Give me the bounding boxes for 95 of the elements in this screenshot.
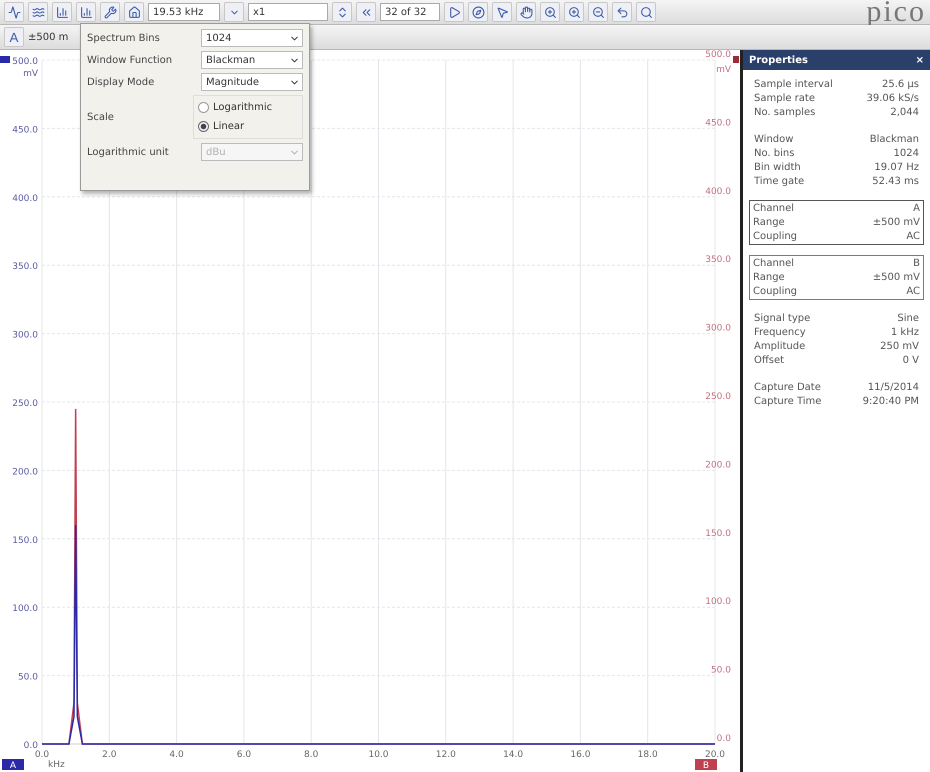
- axis-label: 50.0: [18, 672, 38, 683]
- property-label: Frequency: [754, 327, 806, 338]
- channel-tag[interactable]: A: [2, 759, 24, 770]
- axis-label: 10.0: [368, 750, 389, 760]
- zoom-field[interactable]: x1: [248, 3, 328, 21]
- property-value: 52.43 ms: [872, 176, 919, 187]
- axis-label: 2.0: [102, 750, 116, 760]
- axis-label: 0.0: [24, 741, 38, 751]
- property-label: Time gate: [754, 176, 804, 187]
- axis-label: 450.0: [705, 118, 731, 128]
- property-value: 250 mV: [880, 341, 919, 352]
- property-label: Amplitude: [754, 341, 806, 352]
- axis-label: 400.0: [12, 194, 38, 204]
- axis-label: 500.0: [12, 57, 38, 67]
- property-label: Sample rate: [754, 93, 815, 104]
- range-label[interactable]: ±500 m: [28, 32, 68, 42]
- property-value: 25.6 µs: [882, 79, 919, 90]
- buffer-field[interactable]: 32 of 32: [380, 3, 440, 21]
- property-value: 9:20:40 PM: [862, 396, 919, 407]
- axis-label: 100.0: [12, 604, 38, 614]
- axis-label: 50.0: [710, 666, 731, 676]
- axis-label: 200.0: [12, 467, 38, 478]
- timebase-field[interactable]: 19.53 kHz: [148, 3, 220, 21]
- axis-label: 6.0: [236, 750, 252, 760]
- property-value: 1 kHz: [890, 327, 919, 338]
- close-button[interactable]: ×: [916, 54, 924, 66]
- property-value: Sine: [897, 313, 919, 324]
- radio-label[interactable]: Logarithmic: [213, 102, 272, 113]
- option-label: Spectrum Bins: [87, 32, 160, 44]
- property-label: Offset: [754, 355, 784, 366]
- property-label: Range: [753, 217, 785, 228]
- axis-unit: mV: [23, 69, 38, 79]
- property-value: AC: [906, 231, 920, 242]
- property-value: 1024: [894, 148, 919, 159]
- axis-label: 350.0: [12, 262, 38, 272]
- property-label: Window: [754, 134, 794, 145]
- channel-button[interactable]: A: [4, 27, 24, 47]
- property-value: A: [913, 203, 920, 214]
- option-select[interactable]: Magnitude: [201, 73, 303, 91]
- property-label: Channel: [753, 258, 794, 269]
- axis-label: 250.0: [705, 392, 731, 402]
- axis-label: 0.0: [716, 734, 731, 744]
- axis-label: 0.0: [34, 750, 50, 760]
- axis-label: 350.0: [705, 255, 731, 266]
- axis-label: 200.0: [705, 460, 731, 470]
- property-value: 2,044: [890, 107, 919, 118]
- property-value: AC: [906, 286, 920, 297]
- option-label: Window Function: [87, 54, 172, 66]
- property-value: Blackman: [870, 134, 919, 145]
- property-label: Signal type: [754, 313, 810, 324]
- axis-label: 500.0: [705, 50, 731, 60]
- axis-label: 300.0: [705, 324, 731, 334]
- property-label: No. bins: [754, 148, 794, 159]
- property-value: 39.06 kS/s: [866, 93, 919, 104]
- property-label: Coupling: [753, 286, 798, 297]
- property-label: Coupling: [753, 231, 798, 242]
- property-label: Capture Date: [754, 382, 821, 393]
- property-value: 11/5/2014: [868, 382, 919, 393]
- option-select[interactable]: Blackman: [201, 51, 303, 69]
- axis-unit: kHz: [48, 760, 65, 770]
- property-value: ±500 mV: [872, 217, 920, 228]
- axis-label: 150.0: [12, 536, 38, 546]
- axis-label: 12.0: [436, 750, 456, 760]
- series-label: B: [702, 761, 710, 771]
- option-label: Logarithmic unit: [87, 146, 169, 158]
- axis-label: 4.0: [169, 750, 184, 760]
- axis-label: 250.0: [12, 399, 38, 409]
- radio-label[interactable]: Linear: [213, 121, 244, 132]
- axis-label: 20.0: [704, 750, 726, 760]
- property-label: Capture Time: [754, 396, 822, 407]
- axis-label: 100.0: [705, 597, 731, 608]
- axis-unit: mV: [716, 65, 731, 75]
- property-value: 0 V: [902, 355, 919, 366]
- property-label: No. samples: [754, 107, 816, 118]
- panel-title: Properties: [749, 54, 808, 66]
- option-select[interactable]: 1024: [201, 29, 303, 47]
- axis-label: 8.0: [304, 750, 318, 760]
- property-value: B: [913, 258, 920, 269]
- axis-label: 150.0: [705, 528, 731, 539]
- property-label: Range: [753, 272, 785, 283]
- property-value: 19.07 Hz: [874, 162, 919, 173]
- channel-tag[interactable]: B: [695, 759, 717, 770]
- logo: pico: [866, 0, 926, 24]
- axis-label: 14.0: [503, 750, 524, 760]
- property-value: ±500 mV: [872, 272, 920, 283]
- axis-label: 300.0: [12, 330, 38, 341]
- axis-label: 450.0: [12, 125, 38, 136]
- property-label: Channel: [753, 203, 794, 214]
- axis-label: 16.0: [570, 750, 590, 760]
- property-label: Sample interval: [754, 79, 833, 90]
- option-label: Scale: [87, 112, 114, 122]
- property-label: Bin width: [754, 162, 801, 173]
- axis-label: 400.0: [705, 186, 731, 197]
- option-label: Display Mode: [87, 76, 154, 88]
- axis-label: 18.0: [638, 750, 658, 760]
